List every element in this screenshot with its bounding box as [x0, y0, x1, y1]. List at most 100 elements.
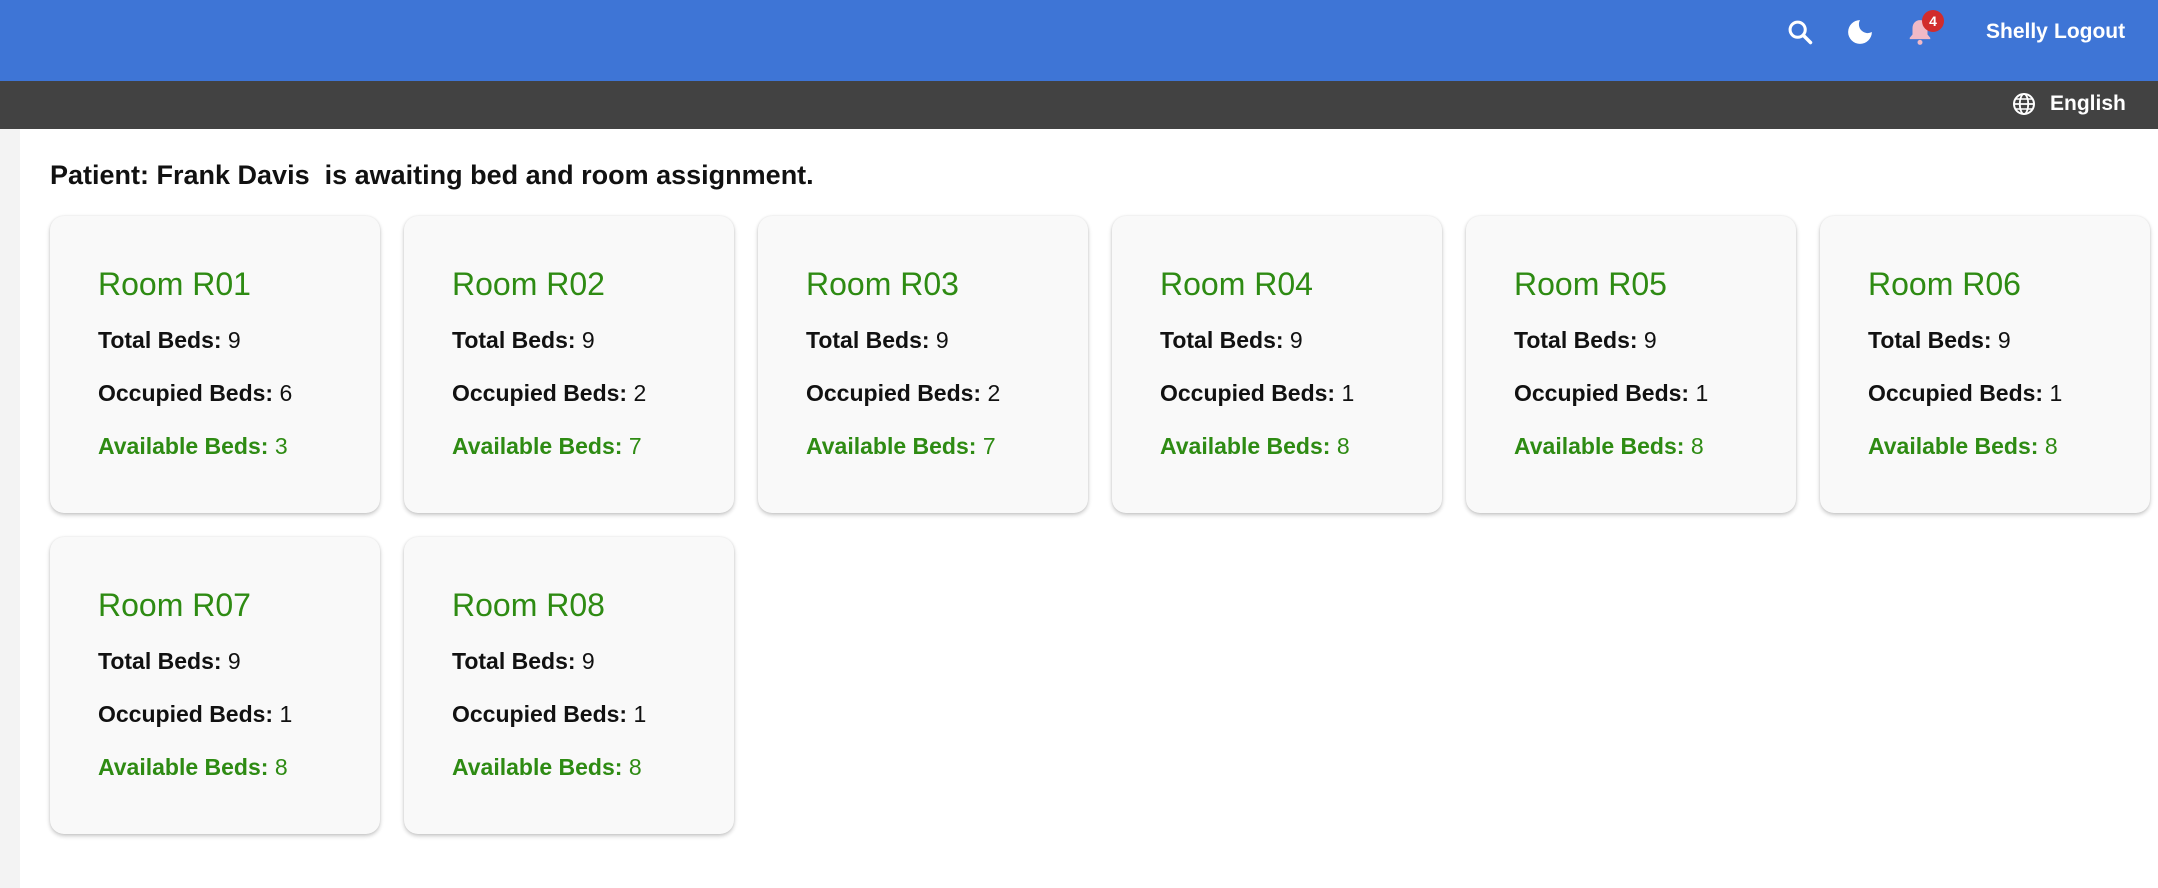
- occupied-beds-value: 2: [987, 380, 1001, 406]
- available-beds-value: 7: [628, 433, 642, 459]
- occupied-beds-row: Occupied Beds: 6: [98, 380, 380, 407]
- language-bar: English: [0, 81, 2158, 129]
- user-name: Shelly: [1986, 20, 2048, 43]
- total-beds-label: Total Beds:: [98, 648, 222, 674]
- occupied-beds-label: Occupied Beds:: [1868, 380, 2044, 406]
- room-card-r07[interactable]: Room R07 Total Beds: 9 Occupied Beds: 1 …: [50, 537, 380, 834]
- occupied-beds-row: Occupied Beds: 1: [98, 701, 380, 728]
- total-beds-label: Total Beds:: [1160, 327, 1284, 353]
- available-beds-label: Available Beds:: [1514, 433, 1685, 459]
- occupied-beds-value: 1: [279, 701, 293, 727]
- occupied-beds-value: 1: [1695, 380, 1709, 406]
- room-title: Room R08: [452, 587, 605, 623]
- room-title: Room R02: [452, 266, 605, 302]
- available-beds-row: Available Beds: 8: [452, 754, 734, 781]
- available-beds-row: Available Beds: 8: [98, 754, 380, 781]
- left-gutter: [0, 129, 20, 888]
- available-beds-label: Available Beds:: [1868, 433, 2039, 459]
- globe-icon: [2013, 93, 2035, 115]
- available-beds-value: 7: [982, 433, 996, 459]
- available-beds-value: 8: [1336, 433, 1350, 459]
- available-beds-label: Available Beds:: [1160, 433, 1331, 459]
- available-beds-row: Available Beds: 8: [1868, 433, 2150, 460]
- occupied-beds-label: Occupied Beds:: [98, 701, 274, 727]
- room-title: Room R01: [98, 266, 251, 302]
- occupied-beds-row: Occupied Beds: 2: [806, 380, 1088, 407]
- room-card-r05[interactable]: Room R05 Total Beds: 9 Occupied Beds: 1 …: [1466, 216, 1796, 513]
- room-title: Room R03: [806, 266, 959, 302]
- available-beds-value: 8: [2044, 433, 2058, 459]
- search-icon[interactable]: [1784, 16, 1816, 48]
- total-beds-label: Total Beds:: [1868, 327, 1992, 353]
- available-beds-label: Available Beds:: [98, 754, 269, 780]
- occupied-beds-label: Occupied Beds:: [806, 380, 982, 406]
- notification-badge: 4: [1922, 10, 1944, 32]
- room-card-r01[interactable]: Room R01 Total Beds: 9 Occupied Beds: 6 …: [50, 216, 380, 513]
- total-beds-label: Total Beds:: [1514, 327, 1638, 353]
- room-card-r03[interactable]: Room R03 Total Beds: 9 Occupied Beds: 2 …: [758, 216, 1088, 513]
- room-title: Room R04: [1160, 266, 1313, 302]
- total-beds-label: Total Beds:: [98, 327, 222, 353]
- total-beds-row: Total Beds: 9: [1868, 327, 2150, 354]
- occupied-beds-row: Occupied Beds: 2: [452, 380, 734, 407]
- available-beds-value: 3: [274, 433, 288, 459]
- available-beds-row: Available Beds: 7: [452, 433, 734, 460]
- room-title: Room R05: [1514, 266, 1667, 302]
- total-beds-value: 9: [1289, 327, 1303, 353]
- room-card-r06[interactable]: Room R06 Total Beds: 9 Occupied Beds: 1 …: [1820, 216, 2150, 513]
- available-beds-label: Available Beds:: [452, 754, 623, 780]
- total-beds-value: 9: [935, 327, 949, 353]
- available-beds-row: Available Beds: 8: [1514, 433, 1796, 460]
- moon-icon[interactable]: [1844, 16, 1876, 48]
- occupied-beds-row: Occupied Beds: 1: [452, 701, 734, 728]
- total-beds-label: Total Beds:: [452, 648, 576, 674]
- room-title: Room R06: [1868, 266, 2021, 302]
- available-beds-value: 8: [274, 754, 288, 780]
- room-card-r04[interactable]: Room R04 Total Beds: 9 Occupied Beds: 1 …: [1112, 216, 1442, 513]
- total-beds-row: Total Beds: 9: [806, 327, 1088, 354]
- total-beds-value: 9: [581, 648, 595, 674]
- available-beds-row: Available Beds: 8: [1160, 433, 1442, 460]
- available-beds-label: Available Beds:: [98, 433, 269, 459]
- total-beds-row: Total Beds: 9: [1514, 327, 1796, 354]
- available-beds-row: Available Beds: 7: [806, 433, 1088, 460]
- occupied-beds-value: 1: [1341, 380, 1355, 406]
- room-card-r08[interactable]: Room R08 Total Beds: 9 Occupied Beds: 1 …: [404, 537, 734, 834]
- room-title: Room R07: [98, 587, 251, 623]
- total-beds-value: 9: [1997, 327, 2011, 353]
- available-beds-value: 8: [628, 754, 642, 780]
- occupied-beds-label: Occupied Beds:: [1514, 380, 1690, 406]
- available-beds-label: Available Beds:: [452, 433, 623, 459]
- total-beds-row: Total Beds: 9: [1160, 327, 1442, 354]
- language-label: English: [2050, 92, 2126, 115]
- total-beds-row: Total Beds: 9: [98, 327, 380, 354]
- occupied-beds-label: Occupied Beds:: [452, 380, 628, 406]
- occupied-beds-row: Occupied Beds: 1: [1868, 380, 2150, 407]
- language-selector[interactable]: English: [2012, 92, 2126, 116]
- patient-message: Patient: Frank Davis is awaiting bed and…: [50, 160, 814, 190]
- occupied-beds-value: 1: [633, 701, 647, 727]
- total-beds-label: Total Beds:: [452, 327, 576, 353]
- occupied-beds-row: Occupied Beds: 1: [1514, 380, 1796, 407]
- total-beds-label: Total Beds:: [806, 327, 930, 353]
- total-beds-row: Total Beds: 9: [452, 648, 734, 675]
- occupied-beds-label: Occupied Beds:: [452, 701, 628, 727]
- top-app-bar: 4 Shelly Logout: [0, 0, 2158, 81]
- total-beds-value: 9: [581, 327, 595, 353]
- total-beds-row: Total Beds: 9: [452, 327, 734, 354]
- room-card-r02[interactable]: Room R02 Total Beds: 9 Occupied Beds: 2 …: [404, 216, 734, 513]
- total-beds-value: 9: [1643, 327, 1657, 353]
- available-beds-value: 8: [1690, 433, 1704, 459]
- total-beds-value: 9: [227, 327, 241, 353]
- occupied-beds-value: 1: [2049, 380, 2063, 406]
- total-beds-value: 9: [227, 648, 241, 674]
- logout-button[interactable]: Logout: [2054, 20, 2125, 44]
- occupied-beds-row: Occupied Beds: 1: [1160, 380, 1442, 407]
- occupied-beds-label: Occupied Beds:: [1160, 380, 1336, 406]
- total-beds-row: Total Beds: 9: [98, 648, 380, 675]
- occupied-beds-value: 6: [279, 380, 293, 406]
- occupied-beds-value: 2: [633, 380, 647, 406]
- room-grid: Room R01 Total Beds: 9 Occupied Beds: 6 …: [50, 216, 2158, 834]
- available-beds-label: Available Beds:: [806, 433, 977, 459]
- occupied-beds-label: Occupied Beds:: [98, 380, 274, 406]
